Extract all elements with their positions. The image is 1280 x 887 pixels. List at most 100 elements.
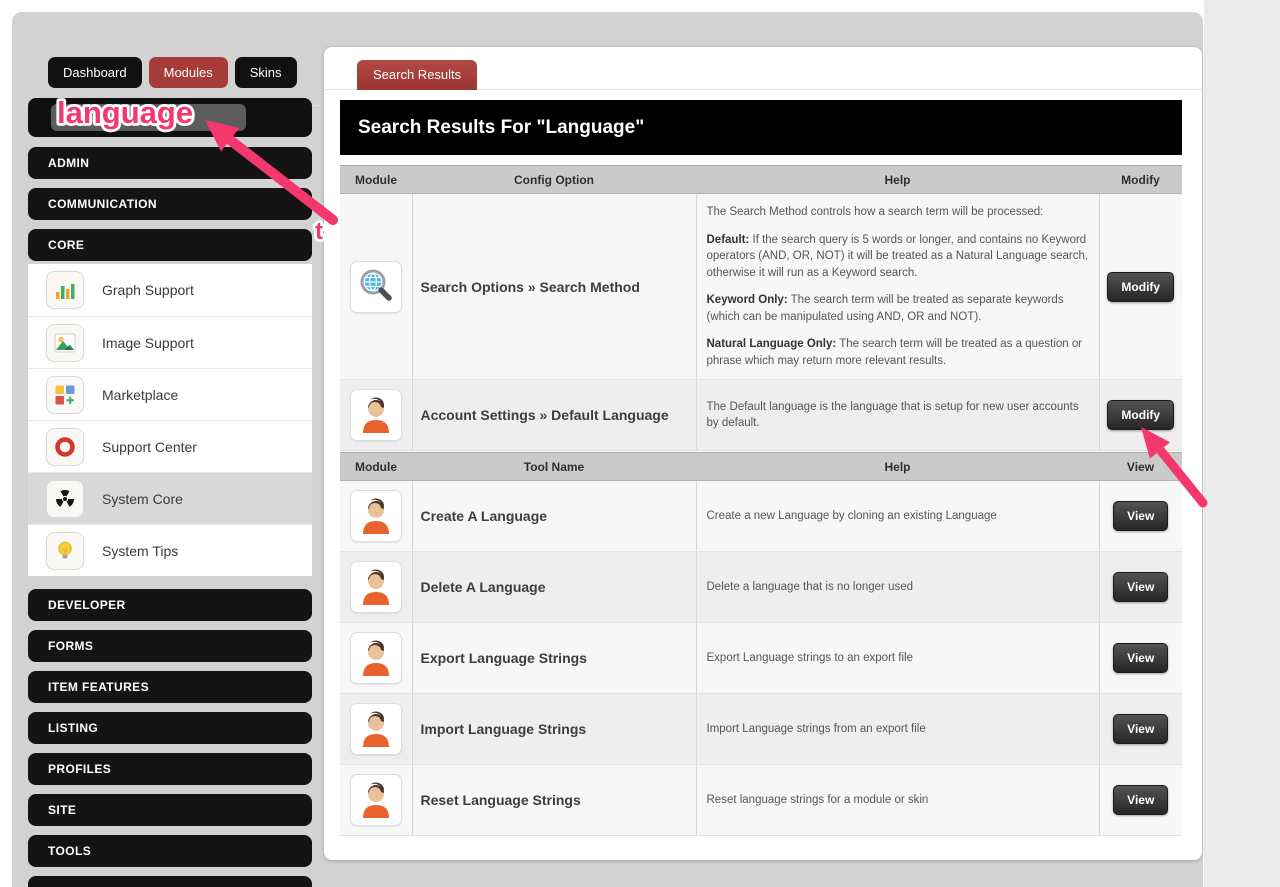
col-header-view: View: [1099, 452, 1182, 481]
table-row: Search Options » Search Method The Searc…: [340, 193, 1182, 380]
table-row: Reset Language Strings Reset language st…: [340, 764, 1182, 836]
view-button[interactable]: View: [1113, 572, 1169, 602]
sidebar-section-forms[interactable]: FORMS: [28, 630, 312, 662]
modify-button[interactable]: Modify: [1107, 400, 1175, 430]
table-row: Create A Language Create a new Language …: [340, 480, 1182, 552]
search-input[interactable]: [51, 104, 246, 131]
col-header-module: Module: [340, 165, 412, 194]
sidebar-item-system-tips[interactable]: System Tips: [28, 524, 312, 576]
config-option-name: Search Options » Search Method: [412, 193, 697, 380]
tool-help: Reset language strings for a module or s…: [696, 764, 1100, 836]
sidebar-section-users[interactable]: USERS: [28, 876, 312, 887]
help-label: Keyword Only:: [706, 294, 788, 306]
tool-name: Create A Language: [412, 480, 697, 552]
help-label: Default:: [706, 233, 750, 246]
lightbulb-icon: [46, 531, 84, 570]
tab-modules[interactable]: Modules: [148, 57, 228, 88]
lifebuoy-icon: [46, 427, 84, 466]
admin-panel-background: Dashboard Modules Skins ADMIN COMMUNICAT…: [12, 12, 1203, 887]
sidebar-item-label: Graph Support: [102, 282, 194, 298]
sidebar-section-developer[interactable]: DEVELOPER: [28, 589, 312, 621]
sidebar-section-profiles[interactable]: PROFILES: [28, 753, 312, 785]
radiation-icon: [46, 479, 84, 518]
config-results-table: Module Config Option Help Modify Search …: [340, 165, 1182, 451]
sidebar-search-bar: [28, 98, 312, 137]
modify-button[interactable]: Modify: [1107, 271, 1175, 302]
help-paragraph: Keyword Only: The search term will be tr…: [707, 292, 1089, 325]
sidebar-item-label: Marketplace: [102, 386, 179, 403]
person-icon: [349, 490, 402, 542]
page-title: Search Results For "Language": [340, 100, 1182, 155]
tool-name: Export Language Strings: [412, 622, 697, 694]
sidebar-item-label: Support Center: [102, 438, 197, 455]
view-button[interactable]: View: [1113, 785, 1169, 815]
sidebar-item-image-support[interactable]: Image Support: [28, 316, 312, 368]
col-header-help: Help: [696, 165, 1099, 194]
config-option-help: The Default language is the language tha…: [696, 379, 1100, 451]
table-header-row: Module Tool Name Help View: [340, 452, 1182, 481]
table-header-row: Module Config Option Help Modify: [340, 165, 1182, 194]
main-content-card: Search Results Search Results For "Langu…: [324, 47, 1202, 860]
help-text: Create a new Language by cloning an exis…: [706, 509, 997, 522]
help-text: Reset language strings for a module or s…: [706, 793, 929, 806]
sidebar-section-communication[interactable]: COMMUNICATION: [28, 188, 312, 220]
tool-name: Delete A Language: [412, 551, 697, 623]
view-button[interactable]: View: [1113, 501, 1169, 531]
col-header-modify: Modify: [1099, 165, 1182, 194]
sidebar-section-item-features[interactable]: ITEM FEATURES: [28, 671, 312, 703]
bar-chart-icon: [46, 271, 84, 309]
table-row: Import Language Strings Import Language …: [340, 693, 1182, 765]
sidebar-item-graph-support[interactable]: Graph Support: [28, 264, 312, 316]
person-icon: [349, 632, 402, 684]
sidebar-item-marketplace[interactable]: Marketplace: [28, 368, 312, 420]
col-header-module: Module: [340, 452, 412, 481]
tool-help: Create a new Language by cloning an exis…: [696, 480, 1100, 552]
tab-skins[interactable]: Skins: [234, 57, 297, 88]
help-paragraph: Natural Language Only: The search term w…: [707, 336, 1089, 369]
col-header-config-option: Config Option: [412, 165, 696, 194]
help-text: Export Language strings to an export fil…: [706, 651, 914, 664]
tab-search-results[interactable]: Search Results: [357, 60, 478, 90]
table-row: Account Settings » Default Language The …: [340, 379, 1182, 451]
col-header-tool-name: Tool Name: [412, 452, 696, 481]
person-icon: [349, 774, 402, 826]
help-label: Natural Language Only:: [706, 338, 837, 350]
marketplace-grid-icon: [46, 375, 84, 414]
help-text: Import Language strings from an export f…: [706, 722, 926, 735]
sidebar-item-label: System Core: [102, 490, 183, 507]
help-text: The Default language is the language tha…: [706, 400, 1079, 430]
person-icon: [349, 389, 402, 441]
sidebar-item-label: System Tips: [102, 542, 179, 559]
sidebar-item-label: Image Support: [102, 334, 194, 351]
config-option-name: Account Settings » Default Language: [412, 379, 697, 451]
help-intro: The Search Method controls how a search …: [706, 206, 1044, 218]
tool-name: Reset Language Strings: [412, 764, 697, 836]
tool-help: Delete a language that is no longer used: [696, 551, 1100, 623]
sidebar-section-admin[interactable]: ADMIN: [28, 147, 312, 179]
sidebar-section-core[interactable]: CORE: [28, 229, 312, 261]
help-text: If the search query is 5 words or longer…: [706, 233, 1089, 279]
page-background-strip: [1204, 0, 1280, 887]
card-tabstrip: Search Results: [324, 47, 1202, 90]
person-icon: [349, 703, 402, 755]
col-header-help: Help: [696, 452, 1099, 481]
sidebar-section-listing[interactable]: LISTING: [28, 712, 312, 744]
view-button[interactable]: View: [1113, 714, 1169, 744]
sidebar-item-system-core[interactable]: System Core: [28, 472, 312, 524]
tool-name: Import Language Strings: [412, 693, 697, 765]
table-row: Export Language Strings Export Language …: [340, 622, 1182, 694]
sidebar-section-tools[interactable]: TOOLS: [28, 835, 312, 867]
table-row: Delete A Language Delete a language that…: [340, 551, 1182, 623]
sidebar-section-site[interactable]: SITE: [28, 794, 312, 826]
help-text: Delete a language that is no longer used: [706, 580, 914, 593]
tool-help: Import Language strings from an export f…: [696, 693, 1100, 765]
sidebar-item-support-center[interactable]: Support Center: [28, 420, 312, 472]
person-icon: [349, 561, 402, 613]
config-option-help: The Search Method controls how a search …: [696, 193, 1100, 380]
core-module-list: Graph Support Image Support Marketplace …: [28, 264, 312, 576]
search-globe-icon: [349, 260, 402, 313]
sidebar-tabs: Dashboard Modules Skins: [48, 57, 297, 88]
tab-dashboard[interactable]: Dashboard: [48, 57, 142, 88]
view-button[interactable]: View: [1113, 643, 1169, 673]
tools-results-table: Module Tool Name Help View Create A Lang…: [340, 452, 1182, 836]
